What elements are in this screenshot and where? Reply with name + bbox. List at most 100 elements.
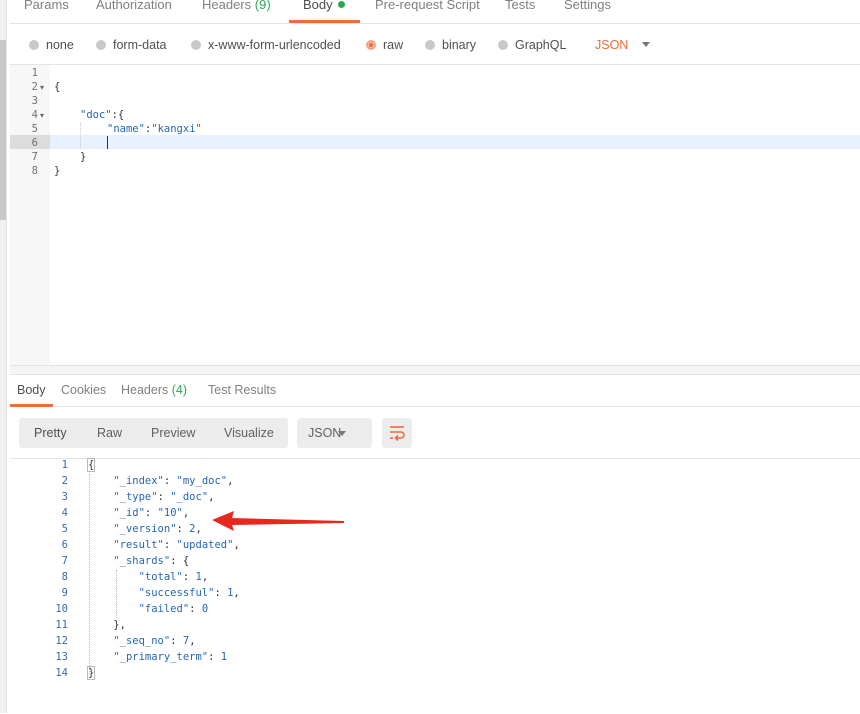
code-line: } <box>54 165 61 177</box>
request-body-editor[interactable] <box>10 65 860 365</box>
fold-arrow-icon[interactable]: ▾ <box>40 111 44 120</box>
json-punct: : <box>189 603 202 615</box>
button-label: Visualize <box>224 426 274 440</box>
code-line: "result": "updated", <box>88 539 240 551</box>
tab-settings[interactable]: Settings <box>564 0 611 12</box>
json-punct: , <box>227 475 234 487</box>
tab-authorization[interactable]: Authorization <box>96 0 172 12</box>
code-line: }, <box>88 619 126 631</box>
left-scrollbar-thumb[interactable] <box>0 40 6 220</box>
json-punct: , <box>201 571 209 583</box>
tab-label: Settings <box>564 0 611 12</box>
line-number: 13 <box>55 651 68 663</box>
json-punct: : <box>182 571 196 583</box>
radio-raw[interactable]: raw <box>366 38 403 52</box>
json-key: "successful" <box>138 587 215 599</box>
view-visualize-button[interactable]: Visualize <box>224 426 274 440</box>
active-response-tab-indicator <box>10 404 53 407</box>
tab-params[interactable]: Params <box>24 0 69 12</box>
json-value: "kangxi" <box>151 123 202 135</box>
view-pretty-button[interactable]: Pretty <box>34 426 67 440</box>
line-number: 3 <box>31 95 38 107</box>
line-number: 9 <box>61 587 68 599</box>
code-line: "doc":{ <box>80 109 124 121</box>
radio-label: GraphQL <box>515 38 567 52</box>
line-number: 11 <box>55 619 68 631</box>
line-number: 1 <box>61 459 68 471</box>
code-line: "name":"kangxi" <box>107 123 202 135</box>
json-value: 0 <box>201 603 209 615</box>
code-line: "_index": "my_doc", <box>88 475 233 487</box>
response-tab-test-results[interactable]: Test Results <box>208 383 276 397</box>
headers-count: (9) <box>254 0 271 12</box>
tab-headers[interactable]: Headers (9) <box>202 0 271 12</box>
json-punct: , <box>182 507 190 519</box>
response-format-dropdown[interactable]: JSON <box>297 418 372 448</box>
tab-label: Body <box>17 383 46 397</box>
json-value: { <box>86 458 96 472</box>
line-number: 6 <box>61 539 68 551</box>
view-raw-button[interactable]: Raw <box>97 426 122 440</box>
code-line: } <box>80 151 87 163</box>
line-number: 2 <box>31 81 38 93</box>
radio-binary[interactable]: binary <box>425 38 476 52</box>
body-active-dot-icon <box>337 1 345 8</box>
tab-label: Params <box>24 0 69 12</box>
radio-circle-icon <box>425 40 435 50</box>
tab-label: Pre-request Script <box>375 0 480 12</box>
line-number: 10 <box>55 603 68 615</box>
radio-circle-icon <box>96 40 106 50</box>
tab-tests[interactable]: Tests <box>505 0 535 12</box>
tab-label: Headers <box>202 0 252 12</box>
wrap-lines-button[interactable] <box>382 418 412 448</box>
json-punct: : <box>214 587 228 599</box>
code-line: "total": 1, <box>88 571 209 583</box>
line-number: 8 <box>61 571 68 583</box>
code-line: { <box>86 458 96 472</box>
code-line: "_seq_no": 7, <box>88 635 196 647</box>
code-line: "successful": 1, <box>88 587 240 599</box>
json-punct: , <box>189 635 196 647</box>
json-key: "total" <box>138 571 183 583</box>
radio-x-www-form-urlencoded[interactable]: x-www-form-urlencoded <box>191 38 341 52</box>
tab-pre-request-script[interactable]: Pre-request Script <box>375 0 480 12</box>
radio-graphql[interactable]: GraphQL <box>498 38 566 52</box>
code-line: "_version": 2, <box>88 523 202 535</box>
json-key: "name" <box>107 123 145 135</box>
radio-none[interactable]: none <box>29 38 74 52</box>
line-number: 8 <box>31 165 38 177</box>
json-key: "result" <box>113 539 164 551</box>
response-tab-headers[interactable]: Headers (4) <box>121 383 187 397</box>
radio-circle-icon <box>191 40 201 50</box>
radio-label: none <box>46 38 74 52</box>
view-preview-button[interactable]: Preview <box>151 426 195 440</box>
radio-circle-icon <box>29 40 39 50</box>
json-value: { <box>182 555 190 567</box>
json-punct: : <box>163 539 177 551</box>
raw-format-dropdown[interactable]: JSON <box>595 38 651 52</box>
code-line: "_shards": { <box>88 555 189 567</box>
json-punct: :{ <box>111 109 125 121</box>
response-tab-cookies[interactable]: Cookies <box>61 383 106 397</box>
view-mode-group: Pretty Raw Preview Visualize <box>19 418 288 448</box>
wrap-lines-icon <box>390 426 405 442</box>
json-key: "failed" <box>138 603 190 615</box>
json-punct: : <box>170 555 183 567</box>
response-tab-body[interactable]: Body <box>17 383 46 397</box>
json-key: "doc" <box>80 109 112 121</box>
chevron-down-icon <box>642 42 651 47</box>
radio-form-data[interactable]: form-data <box>96 38 167 52</box>
tab-body[interactable]: Body <box>303 0 345 12</box>
json-punct: , <box>233 539 240 551</box>
json-value: } <box>86 666 96 680</box>
tab-label: Authorization <box>96 0 172 12</box>
fold-arrow-icon[interactable]: ▾ <box>40 83 44 92</box>
radio-label: form-data <box>113 38 167 52</box>
json-value: 1 <box>220 651 228 663</box>
